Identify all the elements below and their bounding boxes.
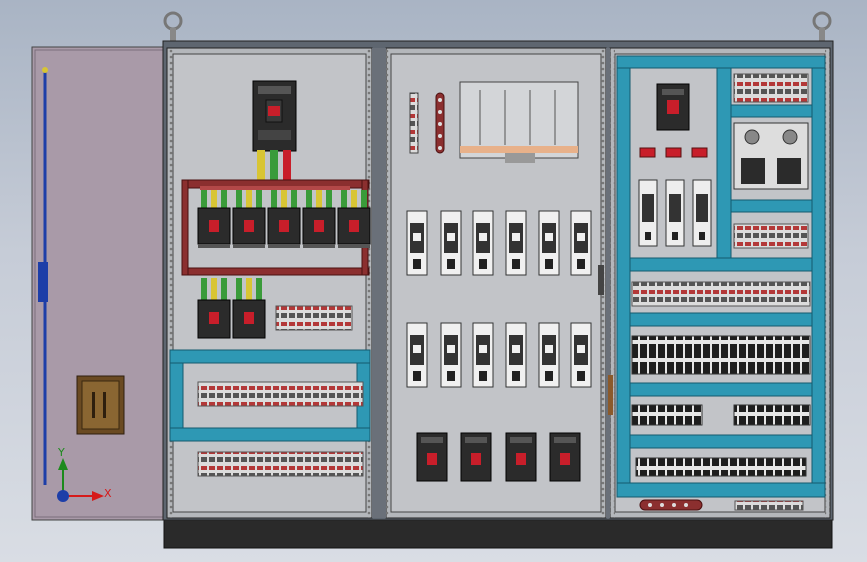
control-breaker[interactable] (656, 83, 690, 131)
incomer-cables (257, 150, 291, 180)
terminal-strip-right-2 (631, 404, 703, 426)
branch-breaker-row-1[interactable] (197, 190, 371, 248)
document-pocket[interactable] (76, 375, 125, 435)
terminal-strip-right-4 (635, 457, 807, 477)
terminal-strip-right-3 (733, 404, 811, 426)
terminal-strip-2 (197, 451, 364, 477)
main-breaker[interactable] (252, 80, 297, 152)
earth-bar (435, 92, 445, 154)
panel-1[interactable] (166, 47, 373, 519)
terminal-strip-bottom (734, 500, 804, 511)
busbar-support (459, 81, 579, 163)
terminal-strip-top-right (733, 73, 809, 103)
door-handle-icon[interactable] (38, 262, 48, 302)
axis-x-label: X (104, 487, 112, 500)
lifting-eye-right (812, 11, 832, 42)
cabinet-plinth (163, 517, 833, 549)
neutral-bar (639, 499, 703, 511)
power-supply-units[interactable] (733, 122, 809, 190)
panel-divider-1 (372, 48, 386, 518)
panel-2[interactable] (375, 47, 607, 519)
open-door[interactable] (31, 46, 167, 521)
terminal-block-small (275, 305, 353, 331)
contactor-row[interactable] (631, 335, 811, 375)
terminal-strip-1 (197, 381, 364, 407)
terminal-strip-right-1 (631, 281, 811, 307)
lifting-eye-left (163, 11, 183, 42)
din-terminal-vertical (409, 92, 419, 154)
relay-row[interactable] (638, 179, 712, 247)
panel-divider-2 (606, 48, 610, 518)
cabinet-model-viewport[interactable]: Y X (0, 0, 867, 562)
indicator-lamps (639, 147, 708, 158)
axis-y-label: Y (57, 446, 65, 459)
panel-3[interactable] (609, 47, 831, 519)
terminal-strip-mid-right (733, 223, 809, 249)
